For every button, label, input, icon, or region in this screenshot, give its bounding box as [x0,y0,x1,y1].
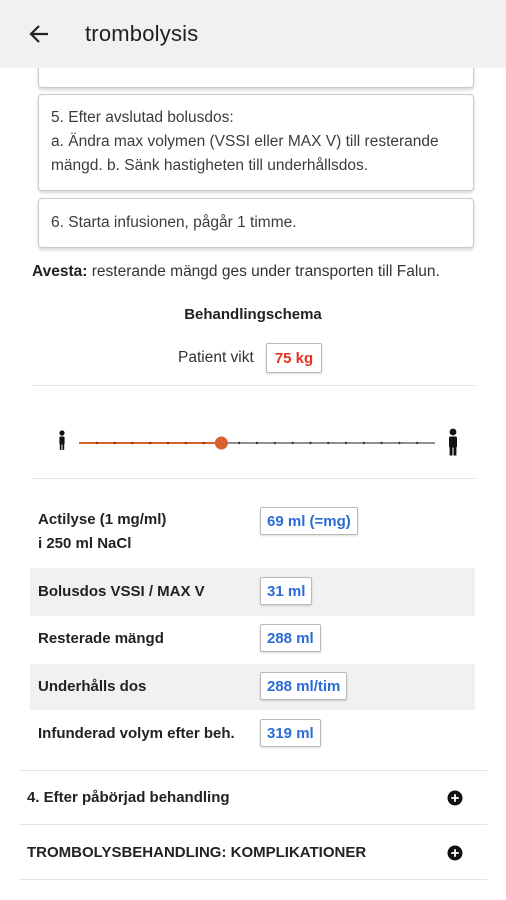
divider [32,478,475,479]
section-after-treatment[interactable]: 4. Efter påbörjad behandling [19,771,487,825]
step5-line2: a. Ändra max volymen (VSSI eller MAX V) … [51,133,439,150]
slider-tick [273,441,276,445]
slider-tick [95,441,98,445]
result-row-infunderad: Infunderad volym efter beh. 319 ml [30,710,475,758]
result-row-actilyse: Actilyse (1 mg/ml) i 250 ml NaCl 69 ml (… [30,498,475,566]
slider-tick [113,441,116,445]
page-title: trombolysis [85,21,199,46]
slider-tick [327,441,330,445]
slider-tick [149,441,152,445]
result-label: Actilyse (1 mg/ml) i 250 ml NaCl [38,508,166,556]
slider-thumb[interactable] [214,436,228,450]
slider-tick [344,441,348,445]
patient-weight-row: Patient vikt 75 kg [178,343,323,373]
slider-tick [380,441,383,445]
result-value: 319 ml [260,719,321,747]
plus-circle-icon[interactable] [447,790,463,806]
slider-tick [202,441,205,445]
step6-text: 6. Starta infusionen, pågår 1 timme. [51,214,297,231]
avesta-label: Avesta: [32,263,88,280]
app-bar: trombolysis [0,0,506,68]
slider-tick [184,441,187,445]
slider-tick [398,441,401,445]
section-label: TROMBOLYSBEHANDLING: KOMPLIKATIONER [27,844,367,861]
slider-tick [416,441,419,445]
step-card-6: 6. Starta infusionen, pågår 1 timme. [38,198,474,248]
result-label-line2: i 250 ml NaCl [38,535,132,552]
result-label: Resterade mängd [38,630,164,647]
section-label: 4. Efter påbörjad behandling [27,789,230,806]
result-row-underhalls: Underhålls dos 288 ml/tim [30,664,475,710]
step5-line1: 5. Efter avslutad bolusdos: [51,109,234,126]
result-label: Bolusdos VSSI / MAX V [38,583,205,600]
slider-tick [362,441,365,445]
plus-circle-icon[interactable] [447,845,463,861]
result-value: 288 ml [260,624,321,652]
arrow-left-icon [29,25,48,43]
step-card-5: 5. Efter avslutad bolusdos: a. Ändra max… [38,94,474,191]
step5-line3: mängd. b. Sänk hastigheten till underhål… [51,157,369,174]
divider [32,385,475,386]
result-row-bolusdos: Bolusdos VSSI / MAX V 31 ml [30,568,475,616]
result-row-resterade: Resterade mängd 288 ml [30,616,475,664]
avesta-note: Avesta: resterande mängd ges under trans… [32,263,440,281]
patient-weight-value: 75 kg [265,343,323,373]
slider-tick [166,441,170,445]
slider-tick [238,441,241,445]
avesta-text: resterande mängd ges under transporten t… [87,263,440,280]
person-small-icon [59,430,65,450]
result-label: Infunderad volym efter beh. [38,725,235,742]
patient-weight-label: Patient vikt [178,349,254,366]
slider-tick [309,441,312,445]
back-button[interactable] [26,21,52,47]
result-value: 288 ml/tim [260,672,348,700]
slider-tick [255,441,259,445]
slider-tick [131,441,134,445]
result-value: 31 ml [260,577,313,605]
result-value: 69 ml (=mg) [260,507,358,535]
scroll-content[interactable]: 5. Efter avslutad bolusdos: a. Ändra max… [0,0,506,900]
section-complications[interactable]: TROMBOLYSBEHANDLING: KOMPLIKATIONER [19,826,487,880]
schema-title: Behandlingschema [184,306,322,323]
result-label-line1: Actilyse (1 mg/ml) [38,511,167,528]
result-label: Underhålls dos [38,678,147,695]
person-large-icon [449,428,457,456]
slider-tick [291,441,294,445]
weight-slider[interactable] [52,425,462,459]
